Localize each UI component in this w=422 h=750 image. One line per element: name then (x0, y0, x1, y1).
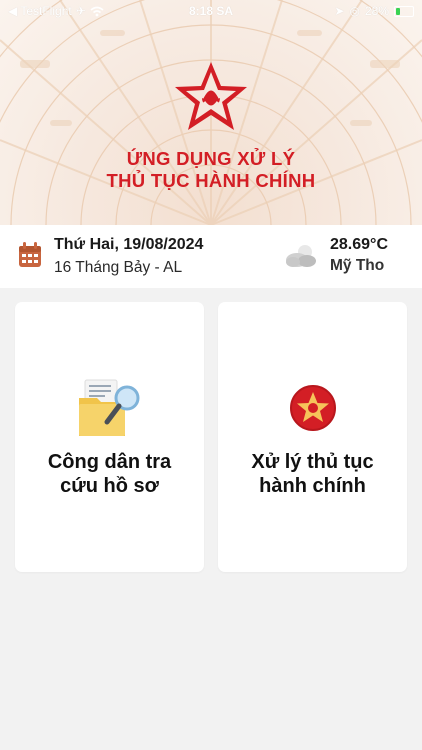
solar-date: Thứ Hai, 19/08/2024 (54, 236, 204, 253)
header-banner: ◀ TestFlight ✈ 8:18 SA ➤ ◎ 28% ỨNG DỤNG … (0, 0, 422, 225)
star-emblem-icon (290, 385, 336, 431)
cloudy-night-icon (286, 245, 316, 267)
location-icon: ➤ (334, 4, 345, 18)
lunar-date: 16 Tháng Bảy - AL (54, 259, 183, 276)
citizen-lookup-card[interactable]: Công dân tra cứu hồ sơ (15, 302, 204, 572)
app-title-line2: THỦ TỤC HÀNH CHÍNH (106, 170, 316, 191)
status-bar: ◀ TestFlight ✈ 8:18 SA ➤ ◎ 28% (0, 0, 422, 22)
battery-percent: 28% (364, 4, 389, 18)
calendar-icon (19, 242, 41, 267)
process-procedures-card[interactable]: Xử lý thủ tục hành chính (218, 302, 407, 572)
battery-icon (394, 5, 414, 17)
temperature: 28.69°C (330, 236, 388, 253)
battery-level-fill (396, 7, 401, 15)
card-label-line2: hành chính (259, 475, 366, 497)
app-logo (175, 62, 247, 130)
card-label: Công dân tra cứu hồ sơ (15, 450, 204, 498)
card-label: Xử lý thủ tục hành chính (218, 450, 407, 498)
app-title-line1: ỨNG DỤNG XỬ LÝ (126, 148, 296, 169)
card-label-line1: Công dân tra (47, 451, 172, 473)
city-name: Mỹ Tho (330, 257, 385, 274)
folder-search-icon (79, 379, 140, 436)
alarm-icon: ◎ (349, 4, 360, 18)
card-label-line1: Xử lý thủ tục (251, 451, 374, 473)
card-label-line2: cứu hồ sơ (60, 475, 159, 497)
